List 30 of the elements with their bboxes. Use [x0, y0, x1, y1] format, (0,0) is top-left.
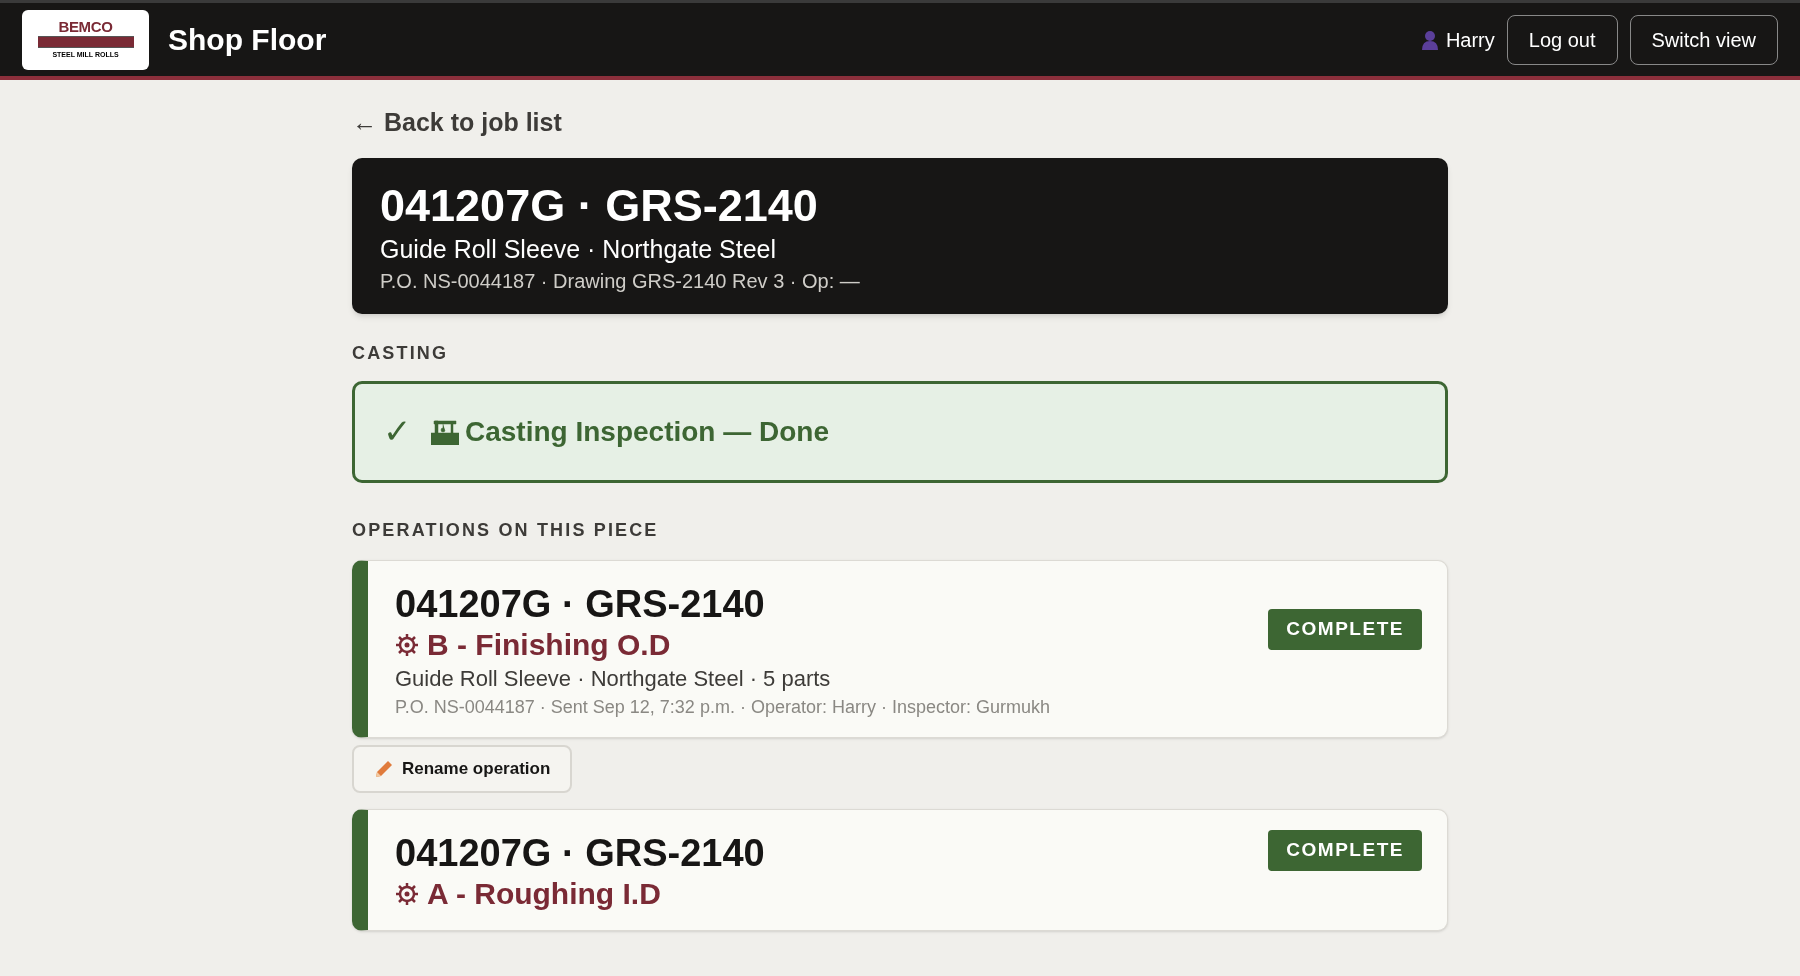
user-name: Harry	[1445, 27, 1495, 53]
status-badge: COMPLETE	[1268, 609, 1422, 650]
operation-card[interactable]: 041207G · GRS-2140 B - Finishing O.D Guide Roll Sleeve · Northgate Steel · 5 parts P.O. NS-0044187 · Sent Sep 12, 7:32 p.m. · Operator: Harry · Inspector: Gurmukh COMPLETE	[352, 559, 1448, 738]
section-heading: OPERATIONS ON THIS PIECE	[352, 518, 660, 542]
operation-name: B - Finishing O.D	[427, 626, 671, 663]
operation-meta: P.O. NS-0044187 · Sent Sep 12, 7:32 p.m. · Operator: Harry · Inspector: Gurmukh	[395, 695, 1051, 719]
job-meta: P.O. NS-0044187 · Drawing GRS-2140 Rev 3 · Op: —	[380, 268, 861, 294]
casting-status: Casting Inspection — Done	[465, 414, 830, 449]
back-link[interactable]: ← Back to job list	[352, 104, 562, 142]
operation-job-title: 041207G · GRS-2140	[395, 830, 766, 876]
factory-icon	[431, 418, 459, 445]
switch-view-button[interactable]: Switch view	[1629, 14, 1778, 65]
section-heading: CASTING	[352, 341, 450, 365]
operation-card[interactable]: 041207G · GRS-2140 A - Roughing I.D COMPLETE	[352, 808, 1448, 931]
operation-job-title: 041207G · GRS-2140	[395, 581, 766, 627]
operation-name: A - Roughing I.D	[427, 875, 661, 912]
pencil-icon	[374, 758, 394, 779]
job-title: 041207G · GRS-2140	[380, 179, 819, 232]
gear-icon	[395, 632, 419, 657]
logo-roll-icon	[37, 36, 134, 48]
operation-details: Guide Roll Sleeve · Northgate Steel · 5 parts	[395, 664, 832, 693]
logout-button[interactable]: Log out	[1506, 14, 1618, 65]
gear-icon	[395, 881, 419, 906]
check-mark: ✓	[383, 411, 411, 452]
rename-operation-button[interactable]: Rename operation	[352, 744, 573, 793]
user-icon	[1421, 29, 1438, 50]
app-title: Shop Floor	[168, 22, 327, 58]
logo-name: BEMCO	[58, 19, 113, 34]
job-subtitle: Guide Roll Sleeve · Northgate Steel	[380, 233, 778, 264]
status-badge: COMPLETE	[1268, 830, 1422, 871]
